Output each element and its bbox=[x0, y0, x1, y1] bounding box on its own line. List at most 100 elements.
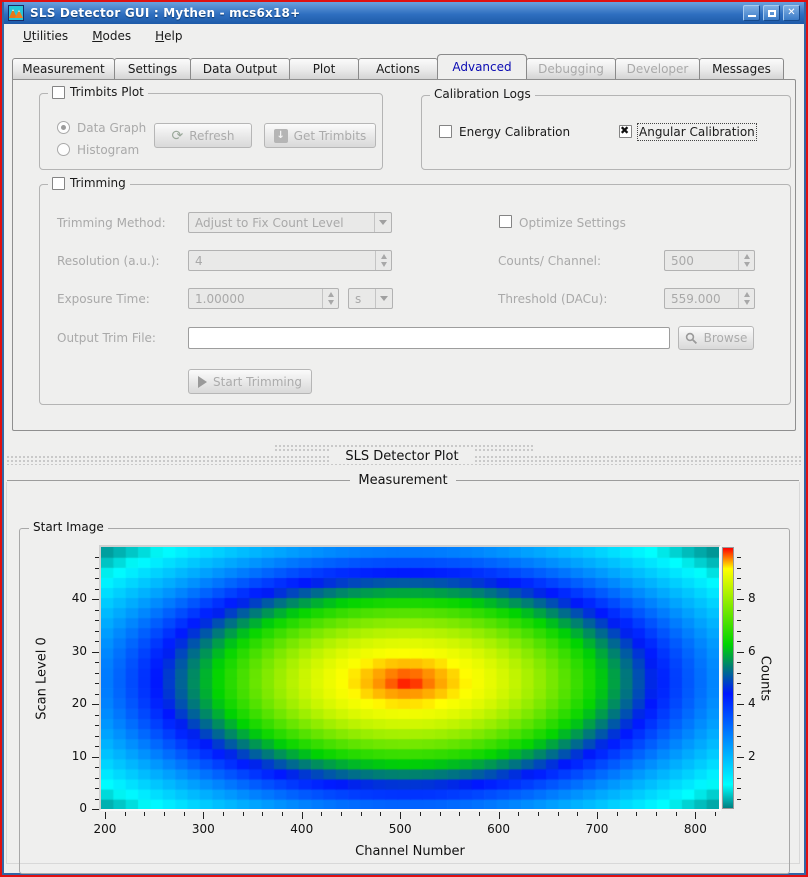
tab-advanced[interactable]: Advanced bbox=[437, 54, 527, 79]
tab-data-output[interactable]: Data Output bbox=[190, 58, 290, 79]
y-axis-tick-label: 10 bbox=[53, 749, 87, 763]
y-axis-minor-tick bbox=[95, 694, 99, 695]
angular-calibration-label[interactable]: Angular Calibration bbox=[639, 125, 755, 139]
menu-modes[interactable]: Modes bbox=[87, 26, 136, 46]
y-axis-minor-tick bbox=[95, 683, 99, 684]
close-button[interactable]: ✕ bbox=[783, 5, 800, 21]
angular-calibration-checkbox[interactable] bbox=[619, 125, 632, 138]
x-axis-minor-tick bbox=[558, 812, 559, 816]
y-axis-minor-tick bbox=[95, 589, 99, 590]
tab-plot[interactable]: Plot bbox=[289, 58, 359, 79]
measurement-group: Measurement Start Image Scan Level 0 Cha… bbox=[6, 482, 800, 864]
plot-canvas-frame bbox=[99, 545, 721, 811]
colorbar-minor-tick bbox=[737, 620, 741, 621]
x-axis-minor-tick bbox=[262, 812, 263, 816]
menu-utilities[interactable]: Utilities bbox=[18, 26, 73, 46]
trimming-checkbox[interactable] bbox=[52, 177, 65, 190]
y-axis-minor-tick bbox=[95, 746, 99, 747]
colorbar-minor-tick bbox=[737, 683, 741, 684]
start-trimming-button: Start Trimming bbox=[188, 369, 312, 394]
colorbar-tick-label: 2 bbox=[748, 749, 756, 763]
x-axis-minor-tick bbox=[479, 812, 480, 816]
x-axis-minor-tick bbox=[223, 812, 224, 816]
x-axis-minor-tick bbox=[184, 812, 185, 816]
energy-calibration-checkbox[interactable] bbox=[439, 125, 452, 138]
counts-channel-label: Counts/ Channel: bbox=[498, 254, 601, 268]
x-axis-minor-tick bbox=[656, 812, 657, 816]
maximize-button[interactable] bbox=[763, 5, 780, 21]
x-axis-minor-tick bbox=[440, 812, 441, 816]
chevron-down-icon bbox=[380, 296, 388, 301]
refresh-button: ⟳ Refresh bbox=[154, 123, 252, 148]
trimbits-plot-checkbox[interactable] bbox=[52, 86, 65, 99]
x-axis-tick-label: 600 bbox=[479, 822, 519, 836]
trimbits-plot-legend: Trimbits Plot bbox=[48, 85, 148, 99]
colorbar-minor-tick bbox=[737, 673, 741, 674]
x-axis-minor-tick bbox=[715, 812, 716, 816]
output-trim-file-input[interactable] bbox=[188, 327, 670, 349]
y-axis-minor-tick bbox=[95, 568, 99, 569]
trimming-legend: Trimming bbox=[48, 176, 130, 190]
x-axis-tick-label: 800 bbox=[675, 822, 715, 836]
trimming-group: Trimming Trimming Method: Adjust to Fix … bbox=[39, 184, 791, 405]
y-axis-tick-label: 30 bbox=[53, 644, 87, 658]
colorbar-minor-tick bbox=[737, 715, 741, 716]
measurement-title-text: Measurement bbox=[350, 473, 455, 488]
colorbar-tick-label: 6 bbox=[748, 644, 756, 658]
x-axis-tick bbox=[302, 812, 303, 819]
app-icon bbox=[8, 5, 24, 21]
colorbar-minor-tick bbox=[737, 662, 741, 663]
minimize-button[interactable] bbox=[743, 5, 760, 21]
spin-down-icon bbox=[381, 262, 387, 267]
y-axis-tick bbox=[92, 809, 99, 810]
heatmap-canvas[interactable] bbox=[101, 547, 719, 809]
tab-settings[interactable]: Settings bbox=[114, 58, 191, 79]
y-axis-minor-tick bbox=[95, 736, 99, 737]
y-axis-minor-tick bbox=[95, 631, 99, 632]
y-axis-minor-tick bbox=[95, 610, 99, 611]
colorbar-title: Counts bbox=[758, 629, 773, 729]
dock-title[interactable]: SLS Detector Plot bbox=[4, 449, 800, 464]
x-axis-minor-tick bbox=[420, 812, 421, 816]
menu-help[interactable]: Help bbox=[150, 26, 187, 46]
tab-actions[interactable]: Actions bbox=[358, 58, 438, 79]
colorbar-minor-tick bbox=[737, 610, 741, 611]
x-axis-minor-tick bbox=[243, 812, 244, 816]
colorbar-tick bbox=[737, 652, 744, 653]
title-bar[interactable]: SLS Detector GUI : Mythen - mcs6x18+ ✕ bbox=[4, 2, 804, 24]
magnifier-icon bbox=[685, 332, 698, 345]
histogram-label: Histogram bbox=[77, 143, 139, 157]
colorbar-minor-tick bbox=[737, 578, 741, 579]
x-axis-minor-tick bbox=[144, 812, 145, 816]
y-axis-tick bbox=[92, 757, 99, 758]
minimize-icon bbox=[748, 15, 756, 17]
menu-bar: Utilities Modes Help bbox=[4, 24, 804, 48]
x-axis-tick-label: 700 bbox=[577, 822, 617, 836]
start-trimming-button-label: Start Trimming bbox=[213, 375, 302, 389]
energy-calibration-label[interactable]: Energy Calibration bbox=[459, 125, 570, 139]
x-axis-minor-tick bbox=[577, 812, 578, 816]
combo-arrow bbox=[374, 213, 391, 232]
tab-messages[interactable]: Messages bbox=[699, 58, 784, 79]
colorbar-minor-tick bbox=[737, 788, 741, 789]
colorbar-minor-tick bbox=[737, 799, 741, 800]
tab-measurement[interactable]: Measurement bbox=[12, 58, 115, 79]
y-axis-minor-tick bbox=[95, 799, 99, 800]
spin-up-icon bbox=[744, 254, 750, 259]
colorbar-minor-tick bbox=[737, 736, 741, 737]
combo-arrow bbox=[375, 289, 392, 308]
advanced-tab-panel: Trimbits Plot Data Graph Histogram ⟳ Ref… bbox=[12, 79, 796, 431]
y-axis-tick bbox=[92, 599, 99, 600]
chevron-down-icon bbox=[379, 220, 387, 225]
trimbits-plot-title: Trimbits Plot bbox=[70, 85, 144, 99]
x-axis-tick bbox=[695, 812, 696, 819]
play-icon bbox=[198, 376, 207, 388]
x-axis-minor-tick bbox=[518, 812, 519, 816]
x-axis-minor-tick bbox=[459, 812, 460, 816]
exposure-unit-value: s bbox=[349, 292, 375, 306]
y-axis-tick bbox=[92, 704, 99, 705]
y-axis-tick-label: 20 bbox=[53, 696, 87, 710]
colorbar-tick bbox=[737, 599, 744, 600]
y-axis-minor-tick bbox=[95, 578, 99, 579]
y-axis-tick bbox=[92, 652, 99, 653]
